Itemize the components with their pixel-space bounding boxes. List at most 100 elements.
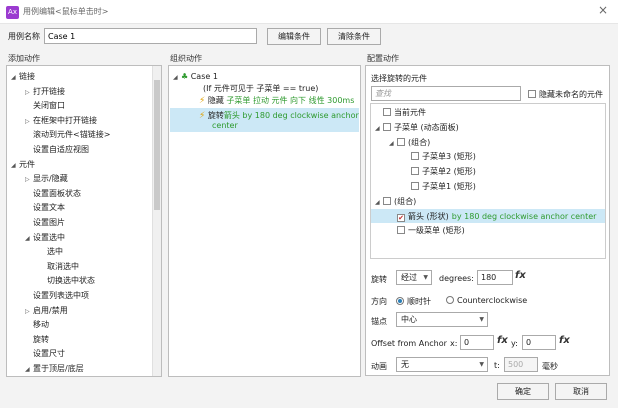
collapse-icon[interactable]: ◢ [173,74,181,81]
widget-tree-item[interactable]: 一级菜单 (矩形) [389,225,465,236]
widget-label: 一级菜单 (矩形) [408,226,465,236]
add-action-item[interactable]: 滚动到元件<锚链接> [25,129,110,140]
action-hide-label: 隐藏 [207,96,224,105]
offset-x-label: x: [450,339,458,348]
offset-y-label: y: [511,339,518,348]
cancel-button[interactable]: 取消 [555,383,607,400]
widget-checkbox[interactable]: ✔ [397,213,405,222]
add-action-item[interactable]: ▷ 启用/禁用 [25,305,68,316]
add-action-item[interactable]: ▷ 在框架中打开链接 [25,115,97,126]
case-condition: (If 元件可见于 子菜单 == true) [203,84,319,93]
widget-tree-item[interactable]: 当前元件 [375,107,426,118]
offset-y-input[interactable]: 0 [522,335,556,350]
widget-label: (组合) [408,137,431,147]
add-action-item[interactable]: 移动 [25,319,49,330]
degrees-fx-button[interactable]: fx [515,270,526,281]
widget-checkbox[interactable] [411,167,419,176]
add-action-item[interactable]: 设置自适应视图 [25,144,89,155]
add-action-item[interactable]: ▷ 显示/隐藏 [25,173,68,184]
edit-condition-button[interactable]: 编辑条件 [267,28,321,45]
clear-condition-button[interactable]: 清除条件 [327,28,381,45]
add-action-item[interactable]: 设置尺寸 [25,348,65,359]
add-action-item[interactable]: ◢ 设置选中 [25,232,65,243]
collapse-icon[interactable]: ◢ [11,74,19,81]
add-action-item[interactable]: ▷ 打开链接 [25,86,65,97]
add-action-item[interactable]: 切换选中状态 [39,275,95,286]
anchor-select[interactable]: 中心 ▼ [396,312,488,327]
widget-tree-item[interactable]: ◢ 子菜单 (动态面板) [375,122,459,133]
add-action-item[interactable]: ◢ 置于顶层/底层 [25,363,84,374]
add-action-item[interactable]: 关闭窗口 [25,100,65,111]
add-action-item[interactable]: 选中 [39,246,63,257]
ms-label: 毫秒 [542,362,558,371]
collapse-icon[interactable]: ◢ [11,162,19,169]
add-action-label: 元件 [19,159,35,169]
add-action-item[interactable]: ◢ 链接 [11,71,35,82]
widget-checkbox[interactable] [411,182,419,190]
animation-label: 动画 [371,362,387,371]
widget-tree-item[interactable]: ✔ 箭头 (形状) by 180 deg clockwise anchor cent… [389,211,596,222]
action-row-hide[interactable]: ⚡ 隐藏 子菜单 拉动 元件 向下 线性 300ms [199,95,354,106]
scroll-thumb[interactable] [154,80,160,210]
counterclockwise-radio[interactable]: Counterclockwise [446,296,527,305]
offset-y-fx-button[interactable]: fx [559,335,570,346]
action-row-rotate[interactable]: ⚡ 旋转箭头 by 180 deg clockwise anchor cente… [170,108,359,132]
usecase-editor-window: Ax 用例编辑<鼠标单击时> × 用例名称 编辑条件 清除条件 添加动作 组织动… [0,0,618,408]
widget-tree-item[interactable]: 子菜单1 (矩形) [403,181,476,192]
add-action-item[interactable]: ◢ 元件 [11,159,35,170]
collapse-icon[interactable]: ◢ [375,199,383,206]
widget-tree: 当前元件 ◢ 子菜单 (动态面板) ◢ (组合) 子菜单3 (矩形) 子菜单2 (矩形) 子菜… [370,103,606,259]
add-action-item[interactable]: 取消选中 [39,261,79,272]
add-action-label: 选中 [47,247,63,257]
add-action-item[interactable]: 设置图片 [25,217,65,228]
widget-tree-item[interactable]: 子菜单3 (矩形) [403,151,476,162]
lightning-icon: ⚡ [199,111,206,121]
collapse-icon[interactable]: ◢ [389,140,397,147]
hide-unnamed-checkbox[interactable]: 隐藏未命名的元件 [528,89,603,100]
clockwise-radio[interactable]: 顺时针 [396,296,431,307]
expand-icon[interactable]: ▷ [25,308,33,315]
add-action-item[interactable]: 旋转 [25,334,49,345]
close-icon[interactable]: × [598,3,608,17]
animation-select[interactable]: 无 ▼ [396,357,488,372]
time-input[interactable]: 500 [504,357,538,372]
widget-checkbox[interactable] [383,196,391,205]
radio-icon[interactable] [446,296,454,304]
rotate-mode-select[interactable]: 经过 ▼ [396,270,432,285]
add-action-heading: 添加动作 [8,54,40,63]
widget-label: 子菜单3 (矩形) [422,152,476,162]
add-action-label: 切换选中状态 [47,276,95,286]
hide-unnamed-check[interactable] [528,90,536,98]
widget-tree-item[interactable]: ◢ (组合) [389,137,430,148]
offset-x-fx-button[interactable]: fx [497,335,508,346]
ok-button[interactable]: 确定 [497,383,549,400]
select-widget-label: 选择旋转的元件 [371,74,427,83]
add-action-label: 打开链接 [33,86,65,96]
radio-selected-icon[interactable] [396,297,404,305]
collapse-icon[interactable]: ◢ [25,366,33,373]
expand-icon[interactable]: ▷ [25,89,33,96]
case-row[interactable]: ◢ ♣ Case 1 [173,72,218,81]
expand-icon[interactable]: ▷ [25,118,33,125]
add-action-item[interactable]: 设置面板状态 [25,188,81,199]
widget-checkbox[interactable] [397,137,405,146]
widget-tree-item[interactable]: ◢ (组合) [375,196,416,207]
widget-checkbox[interactable] [397,226,405,235]
add-action-item[interactable]: 设置列表选中项 [25,290,89,301]
collapse-icon[interactable]: ◢ [25,235,33,242]
left-scrollbar[interactable] [152,66,161,376]
widget-checkbox[interactable] [411,152,419,161]
offset-x-input[interactable]: 0 [460,335,494,350]
widget-checkbox[interactable] [383,122,391,131]
degrees-input[interactable]: 180 [477,270,513,285]
add-action-item[interactable]: 设置文本 [25,202,65,213]
widget-tree-item[interactable]: 子菜单2 (矩形) [403,166,476,177]
widget-checkbox[interactable] [383,108,391,116]
search-input[interactable]: 查找 [371,86,521,101]
collapse-icon[interactable]: ◢ [375,125,383,132]
usecase-name-input[interactable] [44,28,257,44]
expand-icon[interactable]: ▷ [25,176,33,183]
chevron-down-icon: ▼ [479,361,484,368]
action-rotate-detail: 箭头 by 180 deg clockwise anchor [223,111,359,120]
widget-label: 子菜单1 (矩形) [422,182,476,191]
